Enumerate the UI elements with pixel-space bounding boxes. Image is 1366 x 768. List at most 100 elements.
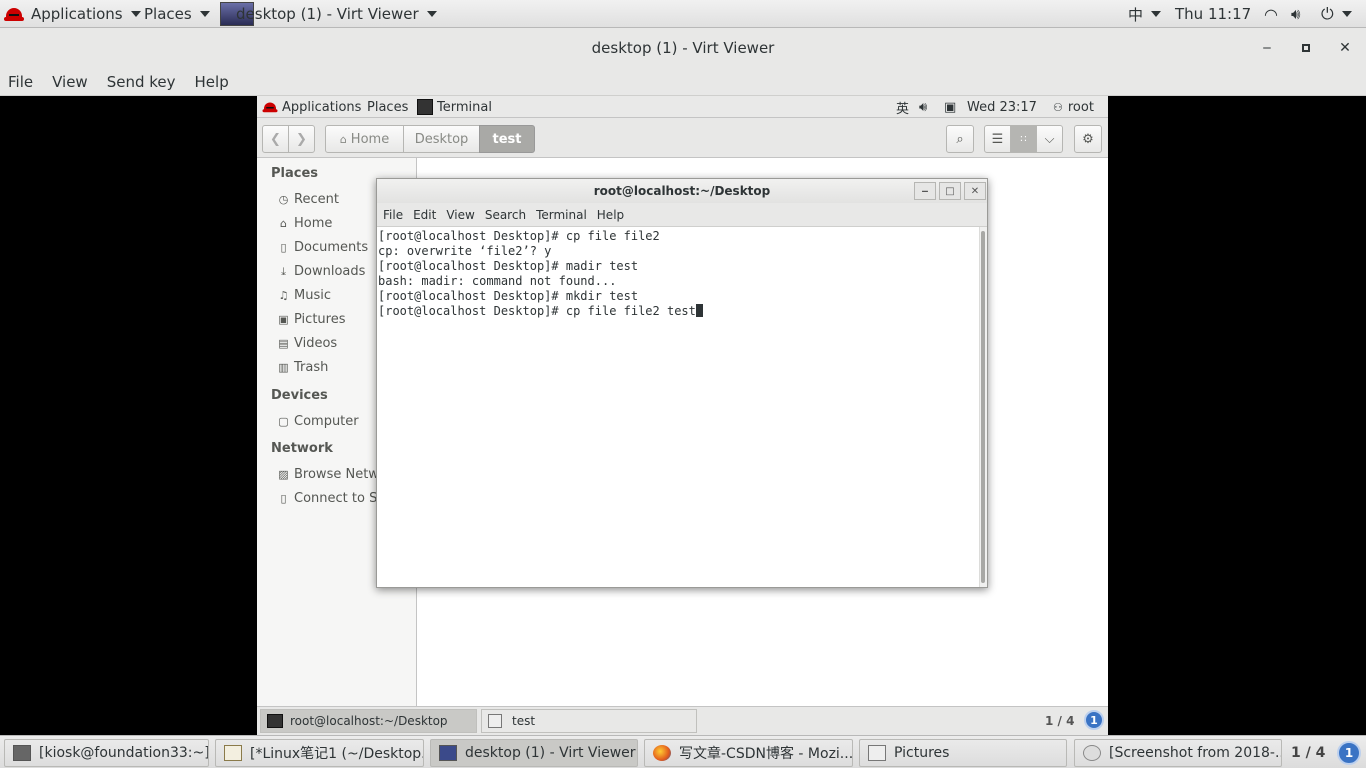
- chevron-down-icon: [1151, 11, 1162, 17]
- search-icon: ⌕: [956, 131, 964, 147]
- menu-view[interactable]: View: [52, 73, 88, 91]
- trash-icon: ▥: [278, 361, 289, 374]
- guest-places-menu[interactable]: Places: [367, 96, 408, 118]
- terminal-menu-edit[interactable]: Edit: [413, 208, 436, 222]
- sidebar-item-label: Recent: [294, 192, 339, 207]
- terminal-output[interactable]: [root@localhost Desktop]# cp file file2 c…: [377, 227, 979, 587]
- grid-view-button[interactable]: ∷: [1010, 125, 1037, 153]
- forward-button[interactable]: ❯: [288, 125, 315, 153]
- terminal-line: [root@localhost Desktop]# mkdir test: [378, 289, 639, 303]
- terminal-line: [root@localhost Desktop]# cp file file2 …: [378, 304, 696, 318]
- host-task-firefox[interactable]: 写文章-CSDN博客 - Mozi...: [644, 739, 853, 767]
- guest-notification-badge[interactable]: 1: [1084, 710, 1104, 730]
- guest-top-panel: Applications Places Terminal 英 🔊︎ ▣ Wed …: [257, 96, 1108, 118]
- host-places-menu[interactable]: Places: [144, 0, 210, 28]
- host-active-window-menu[interactable]: desktop (1) - Virt Viewer: [220, 0, 437, 28]
- terminal-menu-search[interactable]: Search: [485, 208, 526, 222]
- wifi-icon[interactable]: ◠: [1264, 0, 1278, 28]
- host-task-pictures[interactable]: Pictures: [859, 739, 1067, 767]
- terminal-menu-terminal[interactable]: Terminal: [536, 208, 587, 222]
- list-view-button[interactable]: ☰: [984, 125, 1011, 153]
- sidebar-item-label: Trash: [294, 360, 329, 375]
- sidebar-item-label: Downloads: [294, 264, 366, 279]
- host-top-panel: Applications Places desktop (1) - Virt V…: [0, 0, 1366, 28]
- chevron-down-icon: [426, 11, 437, 17]
- host-input-method[interactable]: 中: [1128, 0, 1162, 28]
- drive-icon: ▢: [278, 415, 289, 428]
- host-taskbar: [kiosk@foundation33:~] [*Linux笔记1 (~/Des…: [0, 735, 1366, 768]
- terminal-scrollbar[interactable]: [979, 227, 987, 587]
- terminal-menu-view[interactable]: View: [446, 208, 474, 222]
- breadcrumb-test[interactable]: test: [479, 125, 535, 153]
- guest-task-terminal[interactable]: root@localhost:~/Desktop: [260, 709, 477, 733]
- host-workspace-switcher[interactable]: 1 / 4: [1286, 739, 1330, 767]
- guest-applications-label: Applications: [282, 99, 362, 115]
- guest-input-method[interactable]: 英: [896, 96, 909, 118]
- notification-count: 1: [1337, 741, 1361, 765]
- host-task-terminal[interactable]: [kiosk@foundation33:~]: [4, 739, 209, 767]
- workspace-label: 1 / 4: [1045, 714, 1075, 728]
- terminal-menu-help[interactable]: Help: [597, 208, 624, 222]
- guest-volume-icon[interactable]: 🔊︎: [919, 96, 927, 118]
- folder-icon: [488, 714, 502, 728]
- host-applications-menu[interactable]: Applications: [4, 0, 141, 28]
- host-task-virt-viewer[interactable]: desktop (1) - Virt Viewer: [430, 739, 638, 767]
- terminal-line: cp: overwrite ‘file2’? y: [378, 244, 552, 258]
- minimize-button[interactable]: ‒: [1252, 28, 1282, 68]
- volume-icon[interactable]: 🔊︎: [1291, 0, 1300, 28]
- host-applications-label: Applications: [31, 5, 123, 23]
- terminal-current-line: [root@localhost Desktop]# cp file file2 …: [378, 304, 978, 319]
- terminal-minimize-button[interactable]: ‒: [914, 182, 936, 200]
- sidebar-header-devices: Devices: [271, 388, 328, 403]
- breadcrumb-desktop[interactable]: Desktop: [403, 125, 480, 153]
- text-editor-icon: [224, 745, 242, 761]
- sidebar-item-label: Home: [294, 216, 333, 231]
- menu-help[interactable]: Help: [195, 73, 229, 91]
- host-notification-badge[interactable]: 1: [1337, 741, 1361, 765]
- guest-task-label: test: [512, 714, 536, 728]
- menu-send-key[interactable]: Send key: [107, 73, 176, 91]
- guest-workspace-switcher[interactable]: 1 / 4: [1039, 709, 1079, 733]
- window-title: desktop (1) - Virt Viewer: [591, 39, 775, 57]
- guest-task-test[interactable]: test: [481, 709, 697, 733]
- guest-active-app[interactable]: Terminal: [417, 96, 492, 118]
- list-icon: ☰: [991, 131, 1004, 147]
- terminal-close-button[interactable]: ✕: [964, 182, 986, 200]
- document-icon: ▯: [280, 241, 287, 254]
- settings-button[interactable]: ⚙: [1074, 125, 1102, 153]
- power-icon[interactable]: ⏻: [1321, 0, 1352, 28]
- sidebar-item-label: Pictures: [294, 312, 346, 327]
- guest-clock[interactable]: Wed 23:17: [967, 96, 1037, 118]
- host-clock[interactable]: Thu 11:17: [1175, 0, 1251, 28]
- guest-applications-menu[interactable]: Applications: [262, 96, 361, 118]
- terminal-line: [root@localhost Desktop]# cp file file2: [378, 229, 660, 243]
- host-task-screenshot[interactable]: [Screenshot from 2018-...: [1074, 739, 1282, 767]
- notification-count: 1: [1084, 710, 1104, 730]
- terminal-menubar: File Edit View Search Terminal Help: [377, 203, 987, 227]
- guest-network-icon[interactable]: ▣: [944, 96, 956, 118]
- host-task-label: [kiosk@foundation33:~]: [39, 745, 209, 761]
- back-button[interactable]: ❮: [262, 125, 289, 153]
- sidebar-header-network: Network: [271, 441, 333, 456]
- chevron-down-icon: [199, 11, 210, 17]
- guest-user-menu[interactable]: ⚇ root: [1053, 96, 1094, 118]
- terminal-title: root@localhost:~/Desktop: [593, 184, 771, 198]
- virt-viewer-titlebar: desktop (1) - Virt Viewer ‒ ✕: [0, 28, 1366, 68]
- guest-places-label: Places: [367, 99, 409, 115]
- menu-file[interactable]: File: [8, 73, 33, 91]
- close-button[interactable]: ✕: [1330, 28, 1360, 68]
- host-task-label: [*Linux笔记1 (~/Desktop...: [250, 746, 424, 762]
- grid-icon: ∷: [1020, 133, 1027, 145]
- breadcrumb-desktop-label: Desktop: [414, 131, 469, 147]
- search-button[interactable]: ⌕: [946, 125, 974, 153]
- host-task-label: [Screenshot from 2018-...: [1109, 745, 1282, 761]
- folder-icon: [868, 745, 886, 761]
- terminal-menu-file[interactable]: File: [383, 208, 403, 222]
- view-options-button[interactable]: ⌵: [1036, 125, 1063, 153]
- host-active-window-label: desktop (1) - Virt Viewer: [236, 5, 419, 23]
- breadcrumb-test-label: test: [492, 131, 522, 147]
- breadcrumb-home[interactable]: ⌂ Home: [325, 125, 404, 153]
- host-task-editor[interactable]: [*Linux笔记1 (~/Desktop...: [215, 739, 424, 767]
- maximize-button[interactable]: [1291, 28, 1321, 68]
- terminal-maximize-button[interactable]: □: [939, 182, 961, 200]
